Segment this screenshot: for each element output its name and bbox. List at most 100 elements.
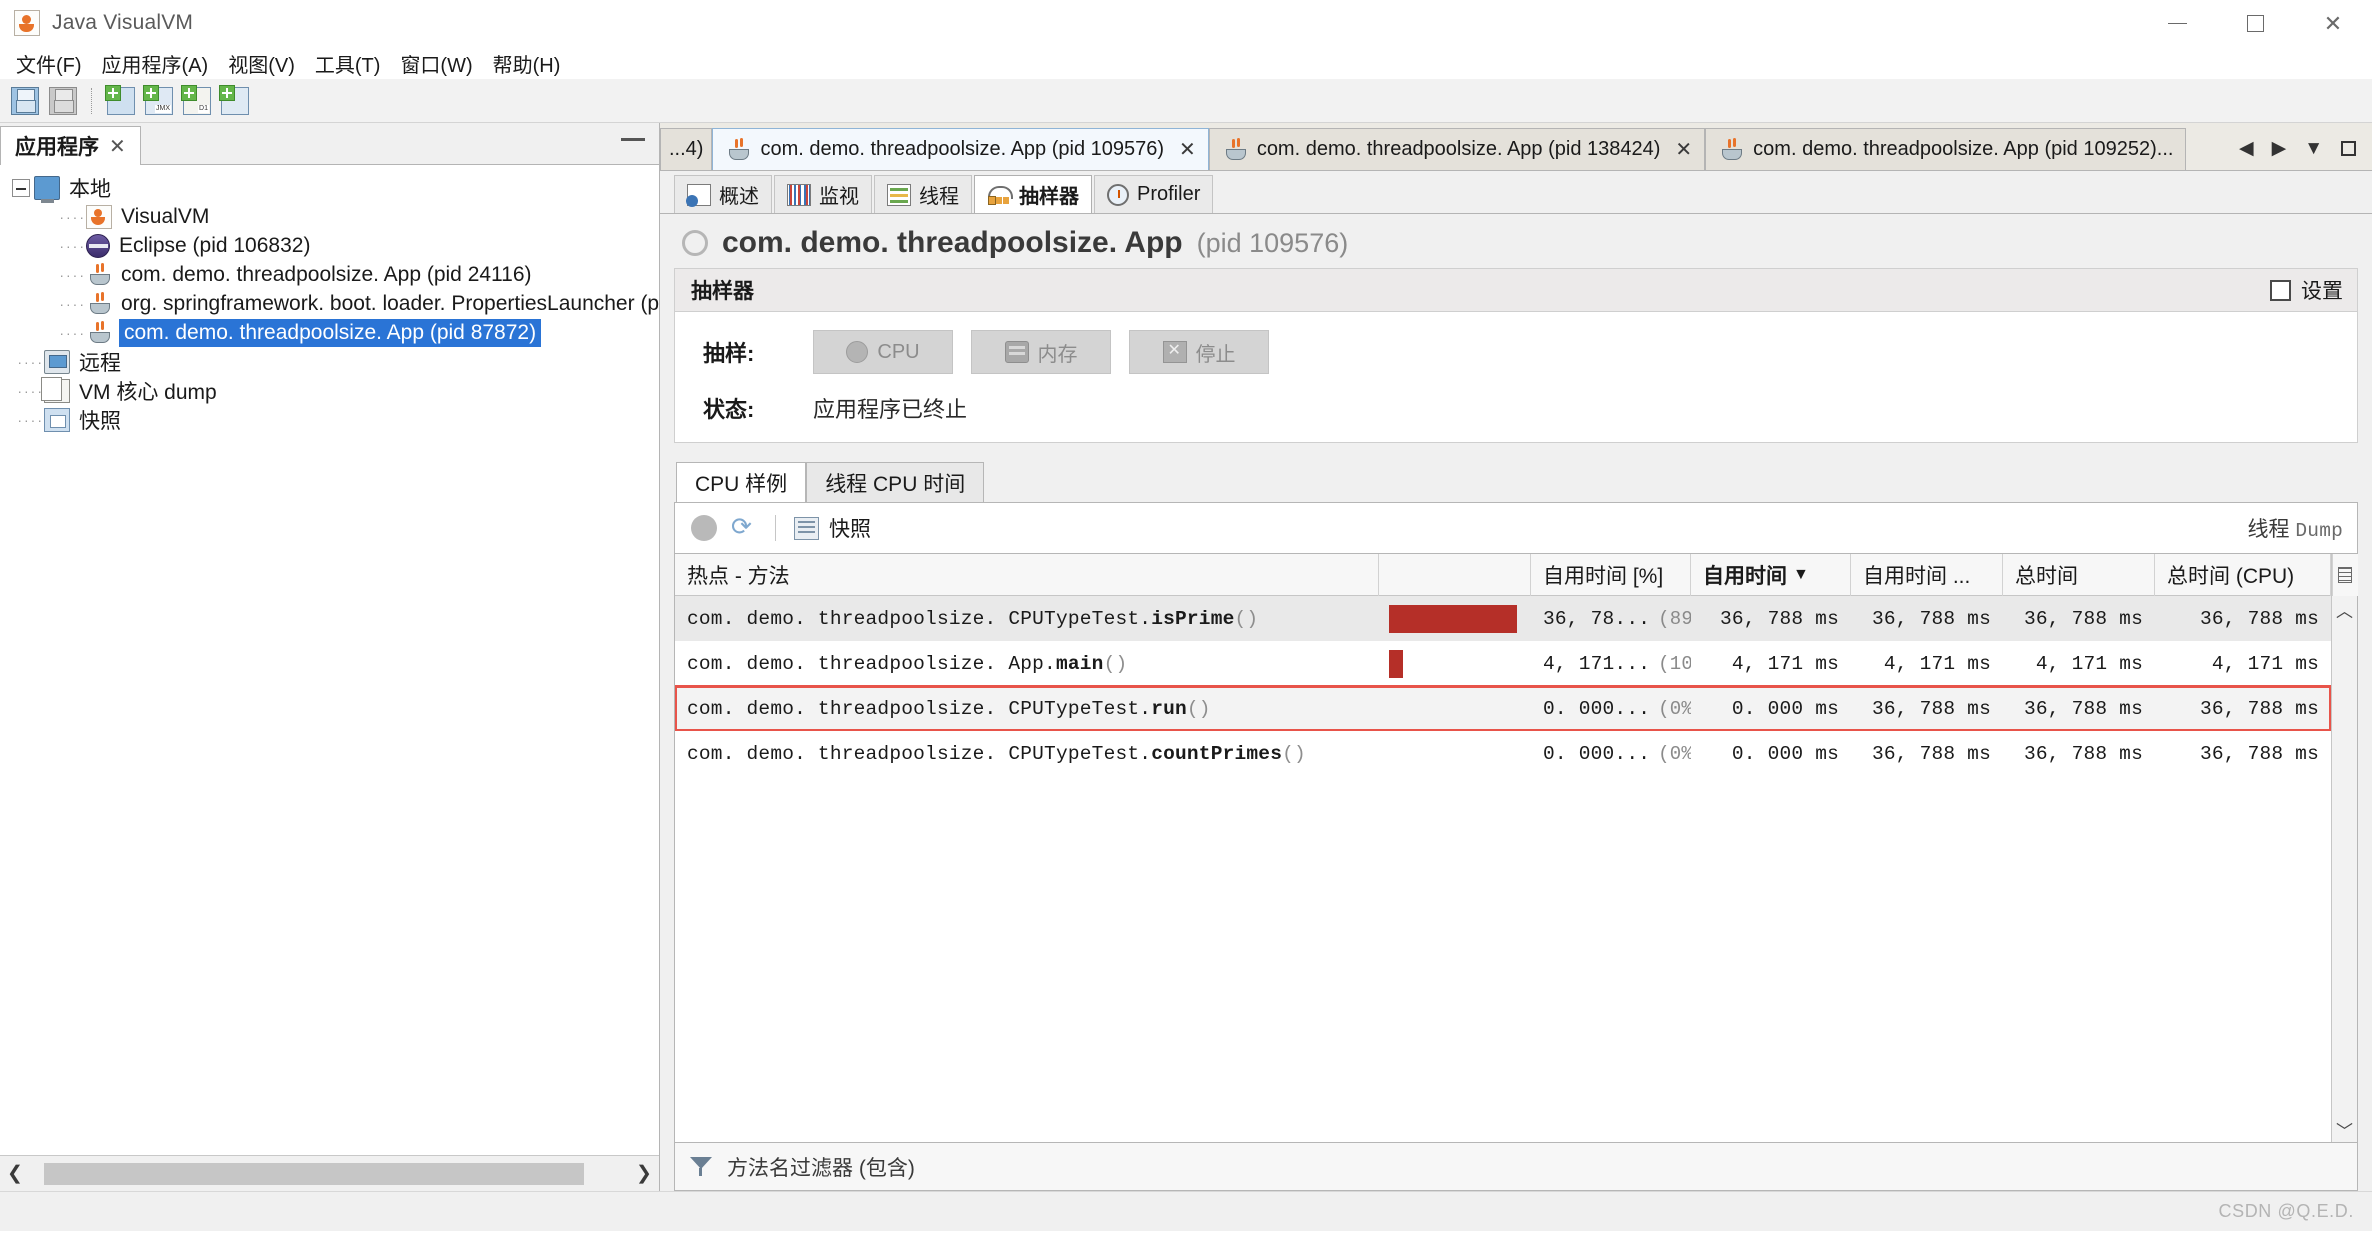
cell-bar <box>1379 686 1531 731</box>
applications-hscrollbar[interactable]: ❮ ❯ <box>0 1155 659 1191</box>
sort-desc-icon: ▼ <box>1793 565 1809 583</box>
doc-tab-partial[interactable]: ...4) <box>660 128 713 170</box>
column-header-bar[interactable] <box>1379 553 1531 596</box>
tree-node-app-24116[interactable]: ···· com. demo. threadpoolsize. App (pid… <box>0 260 659 289</box>
column-header-self-pct[interactable]: 自用时间 [%] <box>1531 553 1691 596</box>
memory-sample-button[interactable]: 内存 <box>971 330 1111 374</box>
profiler-icon <box>1107 183 1129 206</box>
snapshot-icon <box>44 407 70 432</box>
subtab-threads[interactable]: 线程 <box>874 175 972 213</box>
sampling-label: 抽样: <box>703 341 755 366</box>
minimize-button[interactable] <box>2138 0 2216 47</box>
menu-file[interactable]: 文件(F) <box>6 47 92 80</box>
maximize-document-icon[interactable] <box>2341 141 2356 156</box>
close-icon[interactable]: ✕ <box>1179 137 1196 162</box>
filter-funnel-icon[interactable] <box>689 1155 715 1179</box>
subtab-sampler[interactable]: 抽样器 <box>974 175 1092 213</box>
close-icon[interactable]: ✕ <box>1675 137 1692 162</box>
scroll-down-icon[interactable]: ﹀ <box>2336 1116 2353 1142</box>
settings-label[interactable]: 设置 <box>2301 275 2343 305</box>
hscroll-thumb[interactable] <box>44 1162 584 1185</box>
column-header-total[interactable]: 总时间 <box>2003 553 2155 596</box>
applications-panel: 应用程序 ✕ 本地 ···· VisualVM ···· Eclipse (pi… <box>0 123 660 1191</box>
main-body: 应用程序 ✕ 本地 ···· VisualVM ···· Eclipse (pi… <box>0 123 2372 1191</box>
snapshot-button[interactable]: 快照 <box>794 513 871 543</box>
collapse-icon[interactable] <box>12 178 30 197</box>
table-row[interactable]: com. demo. threadpoolsize. App. main() 4,… <box>675 641 2331 686</box>
tree-node-snapshot[interactable]: ···· 快照 <box>0 405 659 434</box>
table-row[interactable]: com. demo. threadpoolsize. CPUTypeTest. r… <box>675 685 2331 732</box>
subtab-overview[interactable]: 概述 <box>674 175 772 213</box>
tab-applications[interactable]: 应用程序 ✕ <box>0 126 141 165</box>
scroll-right-icon[interactable]: ❯ <box>629 1162 659 1185</box>
tree-node-remote[interactable]: ···· 远程 <box>0 347 659 376</box>
stop-sample-button[interactable]: 停止 <box>1129 330 1269 374</box>
inner-tab-thread-cpu-time[interactable]: 线程 CPU 时间 <box>806 462 985 502</box>
eclipse-icon <box>86 233 110 258</box>
add-jmx-host-button[interactable] <box>104 84 138 118</box>
scroll-up-icon[interactable]: ︿ <box>2336 596 2353 622</box>
method-filter-bar[interactable]: 方法名过滤器 (包含) <box>674 1143 2358 1191</box>
cell-self-time-cpu: 36, 788 ms <box>1871 742 1991 765</box>
save-button[interactable] <box>8 84 42 118</box>
hscroll-track[interactable] <box>30 1162 629 1185</box>
tree-node-vm-coredump[interactable]: ···· VM 核心 dump <box>0 376 659 405</box>
self-pct-label: (10. 2%) <box>1658 652 1691 675</box>
tree-node-visualvm[interactable]: ···· VisualVM <box>0 202 659 231</box>
add-vm-coredump-button[interactable]: D1 <box>180 84 214 118</box>
tree-node-app-87872[interactable]: ···· com. demo. threadpoolsize. App (pid… <box>0 318 659 347</box>
applications-tabbar: 应用程序 ✕ <box>0 123 659 165</box>
doc-tab-app-109252[interactable]: com. demo. threadpoolsize. App (pid 1092… <box>1705 128 2187 170</box>
column-header-method[interactable]: 热点 - 方法 <box>675 553 1379 596</box>
tree-line: ···· <box>59 237 86 254</box>
refresh-icon[interactable]: ⟳ <box>731 515 757 541</box>
tree-node-label: 本地 <box>69 177 111 201</box>
close-button[interactable]: ✕ <box>2294 0 2372 47</box>
menu-window[interactable]: 窗口(W) <box>390 47 482 80</box>
inner-tab-cpu-samples[interactable]: CPU 样例 <box>676 462 807 502</box>
column-header-self-time[interactable]: 自用时间 ▼ <box>1691 553 1851 596</box>
tree-node-local[interactable]: 本地 <box>0 173 659 203</box>
cell-method: com. demo. threadpoolsize. CPUTypeTest. i… <box>675 596 1379 641</box>
table-row[interactable]: com. demo. threadpoolsize. CPUTypeTest. i… <box>675 596 2331 641</box>
table-vscrollbar[interactable]: ︿ ﹀ <box>2331 554 2358 1142</box>
menu-help[interactable]: 帮助(H) <box>483 47 571 80</box>
column-chooser-button[interactable] <box>2331 554 2358 596</box>
add-jmx-connection-button[interactable]: JMX <box>142 84 176 118</box>
doc-tab-label: com. demo. threadpoolsize. App (pid 1095… <box>760 138 1165 160</box>
scroll-left-icon[interactable]: ❮ <box>0 1162 30 1185</box>
cpu-sample-button[interactable]: CPU <box>813 330 953 374</box>
self-pct-value: 4, 171... <box>1543 652 1651 675</box>
table-main: 热点 - 方法 自用时间 [%] 自用时间 ▼ 自用时间 ... 总时间 总时间… <box>675 553 2331 1142</box>
scroll-tabs-right-icon[interactable]: ▶ <box>2272 137 2287 160</box>
doc-tab-app-109576[interactable]: com. demo. threadpoolsize. App (pid 1095… <box>712 128 1209 170</box>
subtab-monitor[interactable]: 监视 <box>774 175 872 213</box>
visualvm-icon <box>86 204 112 229</box>
menu-tools[interactable]: 工具(T) <box>305 47 391 80</box>
add-snapshot-button[interactable] <box>218 84 252 118</box>
save-all-button[interactable] <box>46 84 80 118</box>
tree-node-eclipse[interactable]: ···· Eclipse (pid 106832) <box>0 231 659 260</box>
remote-icon <box>44 349 70 374</box>
subtab-profiler[interactable]: Profiler <box>1094 175 1214 213</box>
menu-view[interactable]: 视图(V) <box>218 47 305 80</box>
column-header-total-cpu[interactable]: 总时间 (CPU) <box>2155 553 2331 596</box>
doc-tab-label: com. demo. threadpoolsize. App (pid 1384… <box>1256 138 1661 160</box>
tree-node-properties-launcher[interactable]: ···· org. springframework. boot. loader.… <box>0 289 659 318</box>
settings-checkbox[interactable] <box>2270 279 2291 301</box>
minimize-panel-button[interactable] <box>621 138 645 141</box>
tree-line: ···· <box>59 266 86 283</box>
column-header-self-time-cpu[interactable]: 自用时间 ... <box>1851 553 2003 596</box>
scroll-tabs-left-icon[interactable]: ◀ <box>2239 137 2254 160</box>
pause-circle-icon[interactable] <box>691 515 717 541</box>
cell-total-cpu: 36, 788 ms <box>2199 607 2319 630</box>
self-pct-value: 0. 000... <box>1543 697 1651 720</box>
close-icon[interactable]: ✕ <box>109 134 126 159</box>
menu-applications[interactable]: 应用程序(A) <box>92 47 219 80</box>
tab-list-dropdown-icon[interactable]: ▼ <box>2304 138 2323 160</box>
table-row[interactable]: com. demo. threadpoolsize. CPUTypeTest. c… <box>675 731 2331 776</box>
tree-node-label: com. demo. threadpoolsize. App (pid 2411… <box>121 262 532 286</box>
thread-dump-button[interactable]: 线程 Dump <box>2248 513 2343 543</box>
maximize-button[interactable] <box>2216 0 2294 47</box>
doc-tab-app-138424[interactable]: com. demo. threadpoolsize. App (pid 1384… <box>1208 128 1706 170</box>
